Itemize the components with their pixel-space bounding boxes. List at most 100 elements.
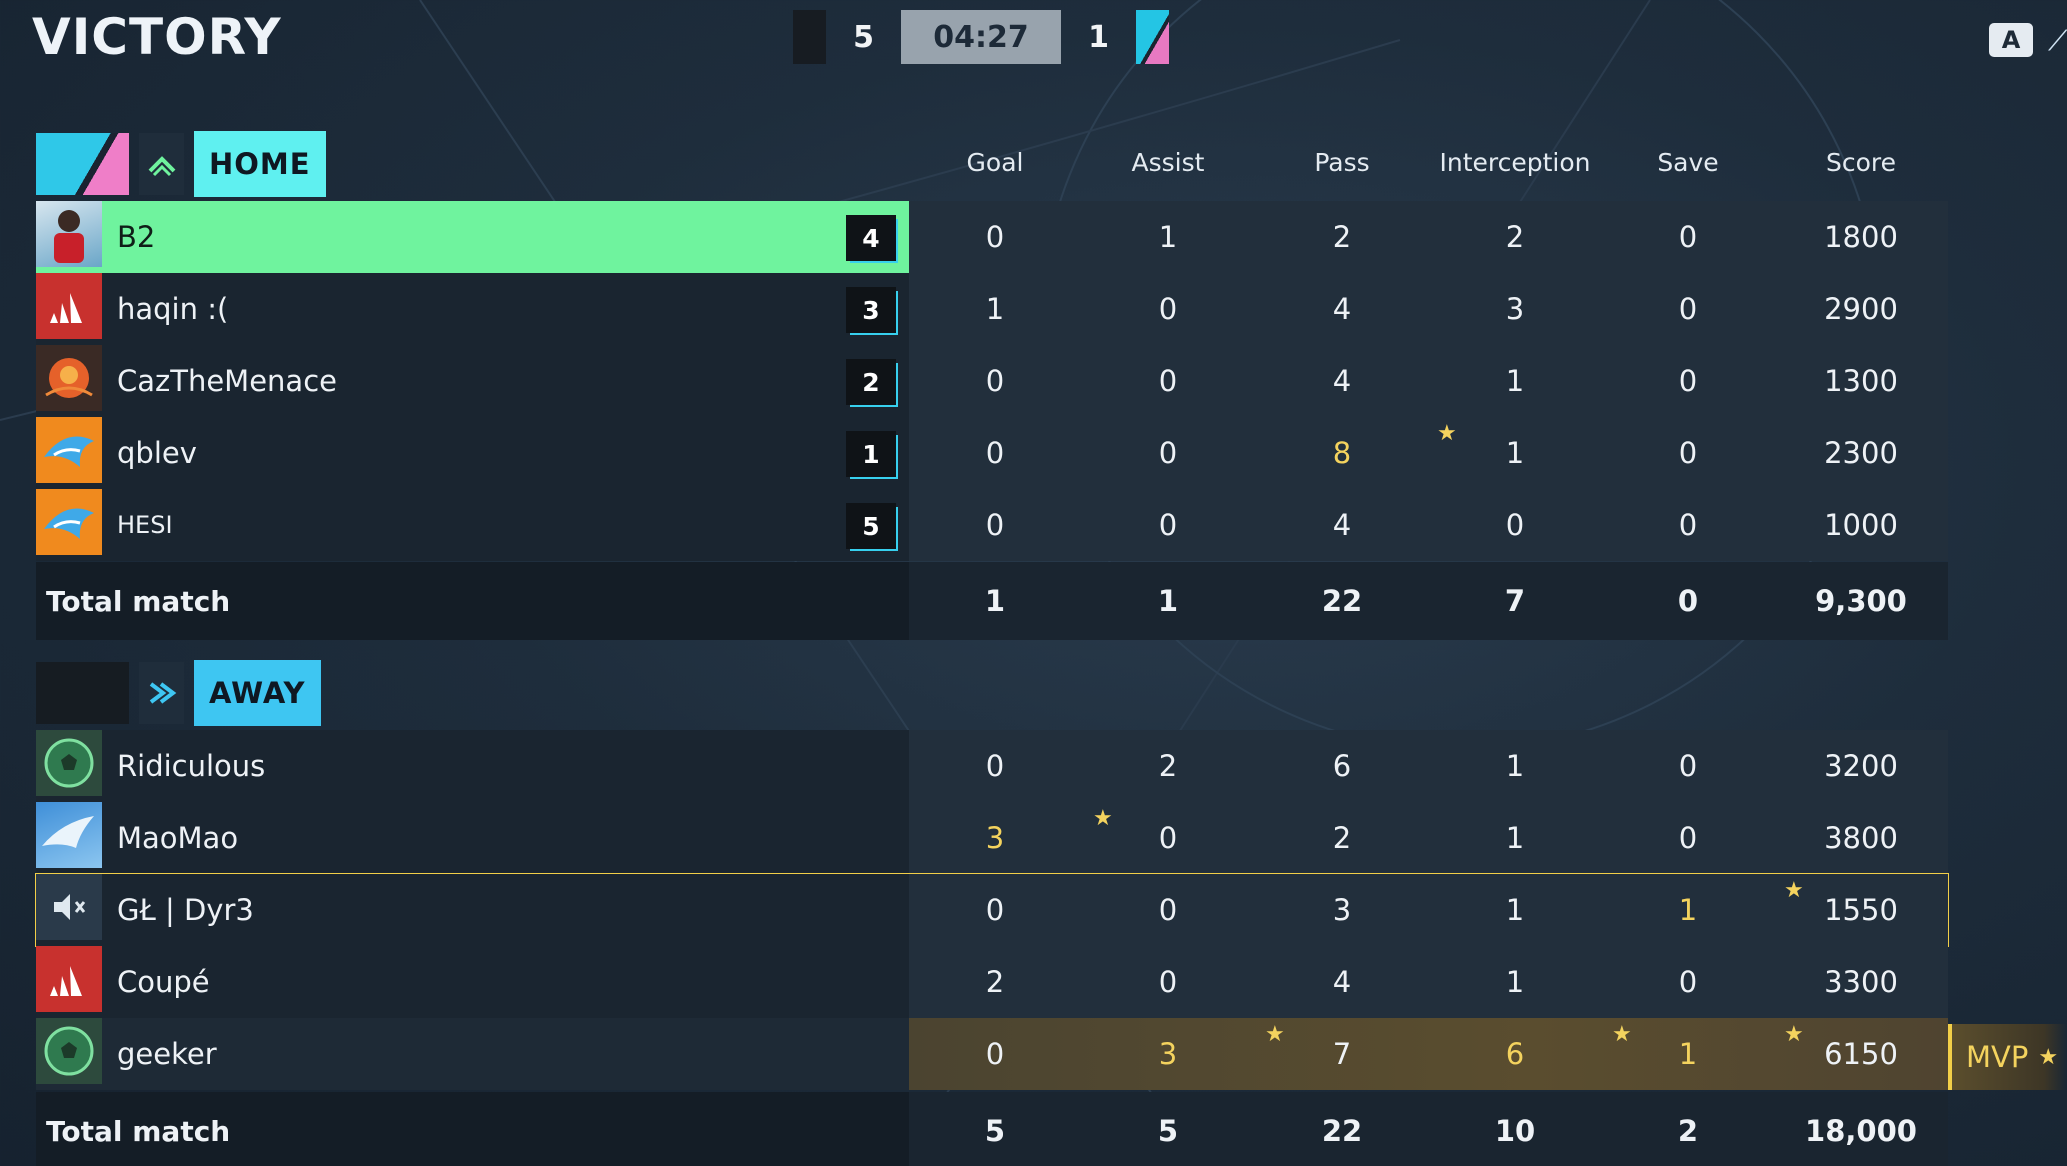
position-badge: 2: [846, 359, 898, 407]
total-score: 18,000: [1805, 1114, 1917, 1148]
total-interception: 7: [1504, 584, 1526, 618]
player-name: qblev: [117, 436, 197, 470]
interception-value: 2: [1505, 220, 1525, 254]
score-value: 3300: [1824, 965, 1898, 999]
score-value: 1800: [1824, 220, 1898, 254]
player-row[interactable]: Ridiculous 0 2 6 1 0 3200: [36, 730, 1948, 802]
player-name: CazTheMenace: [117, 364, 337, 398]
pass-value: 2: [1332, 220, 1352, 254]
player-row[interactable]: MaoMao 3 ★ 0 2 1 0 3800: [36, 802, 1948, 874]
home-team-flag: [793, 10, 826, 64]
away-flag: [36, 662, 129, 724]
pass-value: 2: [1332, 821, 1352, 855]
player-photo-avatar: [36, 201, 102, 267]
goal-value: 0: [985, 508, 1005, 542]
col-interception: Interception: [1439, 148, 1591, 177]
interception-value: 3: [1505, 292, 1525, 326]
goal-value: 1: [985, 292, 1005, 326]
total-goal: 5: [984, 1114, 1006, 1148]
shark-avatar: [36, 417, 102, 483]
pass-value: 7: [1332, 1037, 1352, 1071]
home-total-row: Total match 1 1 22 7 0 9,300: [36, 562, 1948, 640]
pass-value: 4: [1332, 965, 1352, 999]
score-value: 2300: [1824, 436, 1898, 470]
position-badge: 4: [846, 215, 898, 263]
player-row-mvp[interactable]: geeker 0 3 ★ 7 6 ★ 1 ★ 6150: [36, 1018, 1948, 1090]
interception-value: 1: [1505, 821, 1525, 855]
away-total-row: Total match 5 5 22 10 2 18,000: [36, 1092, 1948, 1166]
total-assist: 1: [1157, 584, 1179, 618]
away-team-name: AWAY: [194, 660, 321, 726]
total-label: Total match: [46, 1114, 231, 1148]
player-name: HESI: [117, 511, 173, 539]
save-value: 0: [1678, 436, 1698, 470]
score-value: 2900: [1824, 292, 1898, 326]
col-assist: Assist: [1131, 148, 1205, 177]
player-row[interactable]: Coupé 2 0 4 1 0 3300: [36, 946, 1948, 1018]
fire-emblem-avatar: [36, 345, 102, 411]
col-save: Save: [1657, 148, 1719, 177]
total-label: Total match: [46, 584, 231, 618]
assist-value: 1: [1158, 220, 1178, 254]
total-goal: 1: [984, 584, 1006, 618]
total-score: 9,300: [1815, 584, 1907, 618]
muted-speaker-avatar: [36, 874, 102, 940]
total-save: 2: [1677, 1114, 1699, 1148]
save-value: 0: [1678, 220, 1698, 254]
adidas-logo-avatar: [36, 946, 102, 1012]
assist-value: 0: [1158, 821, 1178, 855]
player-name: haqin :(: [117, 292, 229, 326]
score-value: 6150: [1824, 1037, 1898, 1071]
player-name: geeker: [117, 1037, 217, 1071]
interception-value: 1: [1505, 436, 1525, 470]
away-team-flag: [1136, 10, 1169, 64]
pass-value: 3: [1332, 893, 1352, 927]
player-row[interactable]: CazTheMenace 2 0 0 4 1 0 1300: [36, 345, 1948, 417]
bird-avatar: [36, 802, 102, 868]
goal-value: 0: [985, 749, 1005, 783]
save-value: 1: [1678, 1037, 1698, 1071]
stat-column-headers: Goal Assist Pass Interception Save Score: [0, 148, 2067, 182]
assist-value: 0: [1158, 364, 1178, 398]
score-value: 3800: [1824, 821, 1898, 855]
pass-value: 4: [1332, 364, 1352, 398]
soccer-ball-avatar: [36, 730, 102, 796]
assist-value: 2: [1158, 749, 1178, 783]
soccer-ball-avatar: [36, 1018, 102, 1084]
assist-value: 3: [1158, 1037, 1178, 1071]
score-value: 3200: [1824, 749, 1898, 783]
key-hint-button[interactable]: A: [1989, 23, 2033, 57]
player-row[interactable]: qblev 1 0 0 8 ★ 1 0 2300: [36, 417, 1948, 489]
assist-value: 0: [1158, 508, 1178, 542]
position-badge: 1: [846, 431, 898, 479]
assist-value: 0: [1158, 292, 1178, 326]
interception-value: 1: [1505, 965, 1525, 999]
match-timer: 04:27: [901, 10, 1061, 64]
interception-value: 6: [1505, 1037, 1525, 1071]
interception-value: 1: [1505, 749, 1525, 783]
player-row-selected[interactable]: GŁ | Dyr3 0 0 3 1 1 ★ 1550: [35, 873, 1949, 947]
assist-value: 0: [1158, 436, 1178, 470]
player-name: MaoMao: [117, 821, 239, 855]
player-name: GŁ | Dyr3: [117, 893, 254, 927]
total-assist: 5: [1157, 1114, 1179, 1148]
player-row[interactable]: B2 4 0 1 2 2 0 1800: [36, 201, 1948, 273]
interception-value: 1: [1505, 893, 1525, 927]
goal-value: 0: [985, 893, 1005, 927]
goal-value: 2: [985, 965, 1005, 999]
pass-value: 6: [1332, 749, 1352, 783]
home-score: 5: [853, 19, 874, 55]
save-value: 0: [1678, 749, 1698, 783]
score-value: 1000: [1824, 508, 1898, 542]
save-value: 1: [1678, 893, 1698, 927]
player-row[interactable]: haqin :( 3 1 0 4 3 0 2900: [36, 273, 1948, 345]
player-row[interactable]: HESI 5 0 0 4 0 0 1000: [36, 489, 1948, 561]
save-value: 0: [1678, 364, 1698, 398]
player-name: Coupé: [117, 965, 210, 999]
pass-value: 8: [1332, 436, 1352, 470]
save-value: 0: [1678, 821, 1698, 855]
col-pass: Pass: [1314, 148, 1370, 177]
assist-value: 0: [1158, 893, 1178, 927]
player-name: B2: [117, 220, 156, 254]
goal-value: 0: [985, 220, 1005, 254]
